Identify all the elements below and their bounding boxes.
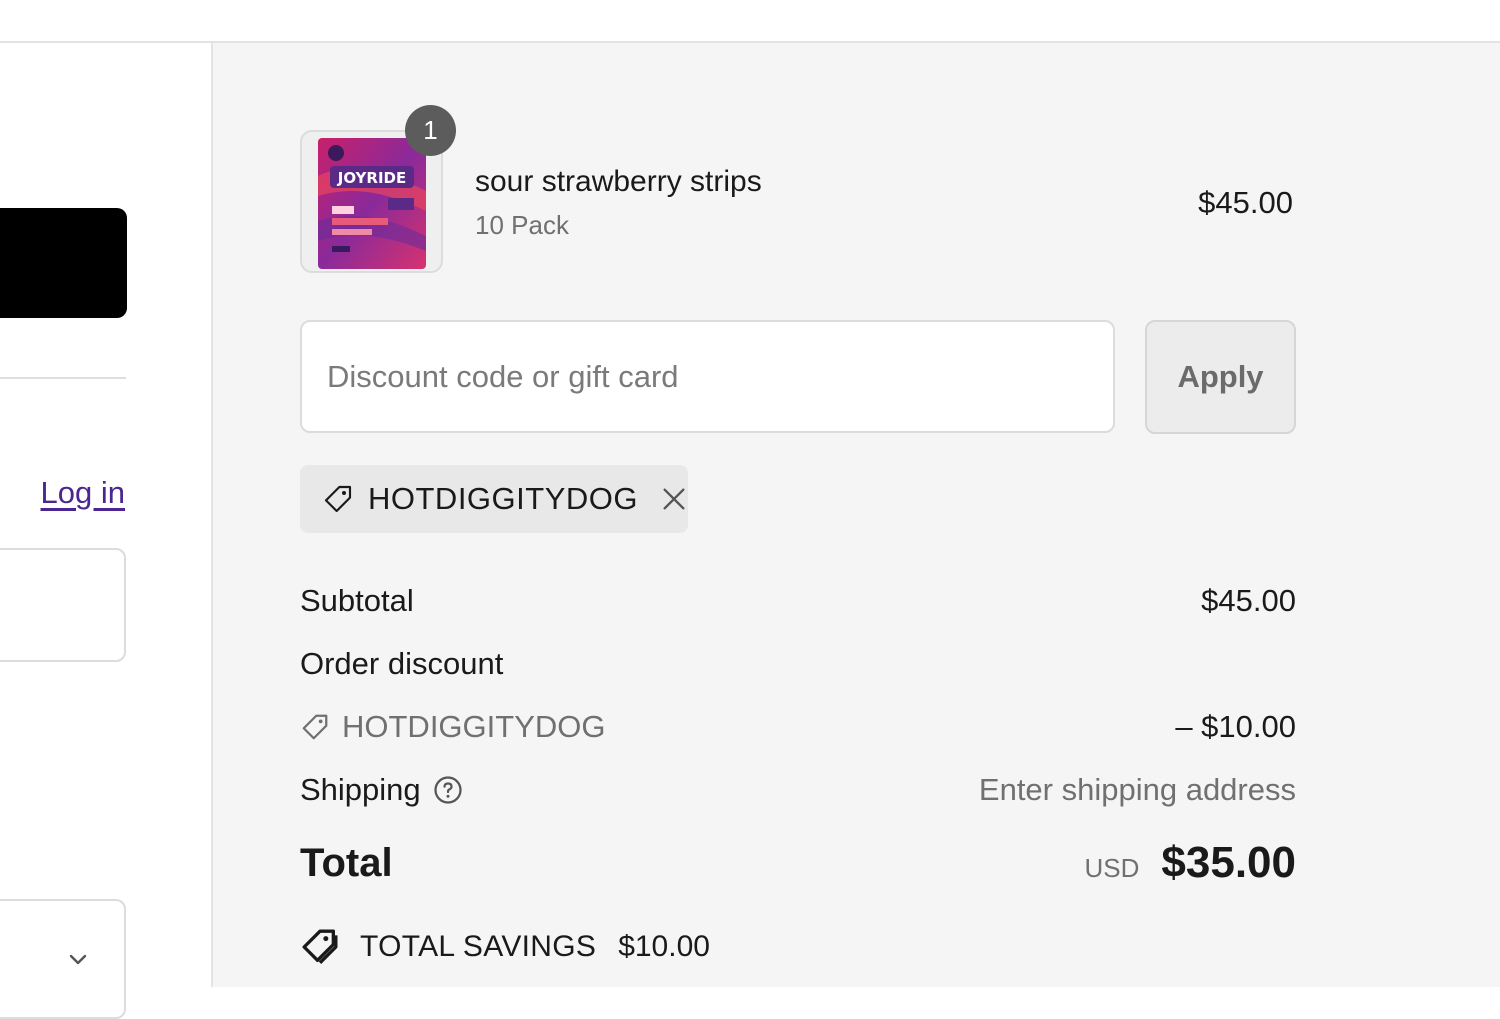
discount-code-row: HOTDIGGITYDOG – $10.00	[300, 709, 1296, 745]
applied-discount-code: HOTDIGGITYDOG	[368, 481, 638, 516]
tags-icon	[302, 929, 338, 965]
product-image: JOYRIDE	[318, 138, 426, 269]
country-select[interactable]	[0, 899, 126, 1019]
product-name: sour strawberry strips	[475, 165, 762, 198]
order-discount-label: Order discount	[300, 646, 504, 681]
total-savings-value: $10.00	[618, 930, 710, 963]
product-brand-text: JOYRIDE	[337, 169, 407, 187]
total-value: $35.00	[1161, 838, 1296, 887]
express-checkout-button[interactable]	[0, 208, 127, 318]
section-divider	[0, 377, 126, 379]
order-discount-row: Order discount	[300, 646, 1296, 682]
subtotal-label: Subtotal	[300, 583, 414, 618]
subtotal-value: $45.00	[1201, 583, 1296, 618]
discount-amount: – $10.00	[1175, 709, 1296, 744]
order-summary-panel: JOYRIDE 1 sour strawberry strips 10 Pack…	[211, 43, 1500, 987]
product-price: $45.00	[1198, 185, 1293, 220]
checkout-form-column: Log in	[0, 43, 211, 1019]
total-savings: TOTAL SAVINGS $10.00	[300, 927, 710, 967]
chevron-down-icon	[69, 954, 87, 965]
apply-discount-button[interactable]: Apply	[1145, 320, 1296, 434]
shipping-value: Enter shipping address	[978, 772, 1296, 807]
help-circle-icon	[434, 776, 462, 804]
total-row: Total USD $35.00	[300, 838, 1296, 888]
tag-icon	[324, 485, 352, 513]
currency-code: USD	[1084, 853, 1140, 883]
applied-discount-chip: HOTDIGGITYDOG	[300, 465, 688, 533]
tag-icon	[302, 714, 328, 740]
email-field[interactable]	[0, 548, 126, 662]
product-variant: 10 Pack	[475, 210, 569, 240]
total-label: Total	[300, 840, 393, 885]
total-savings-label: TOTAL SAVINGS	[360, 930, 597, 963]
shipping-help-button[interactable]	[433, 775, 463, 805]
discount-code-name: HOTDIGGITYDOG	[342, 709, 606, 744]
top-header-bar	[0, 0, 1500, 43]
quantity-badge: 1	[405, 105, 456, 156]
remove-discount-button[interactable]	[660, 485, 688, 513]
subtotal-row: Subtotal $45.00	[300, 583, 1296, 619]
shipping-row: Shipping Enter shipping address	[300, 772, 1296, 808]
discount-code-input[interactable]	[300, 320, 1115, 433]
close-icon	[663, 488, 685, 510]
shipping-label: Shipping	[300, 772, 421, 807]
login-link[interactable]: Log in	[41, 475, 125, 511]
